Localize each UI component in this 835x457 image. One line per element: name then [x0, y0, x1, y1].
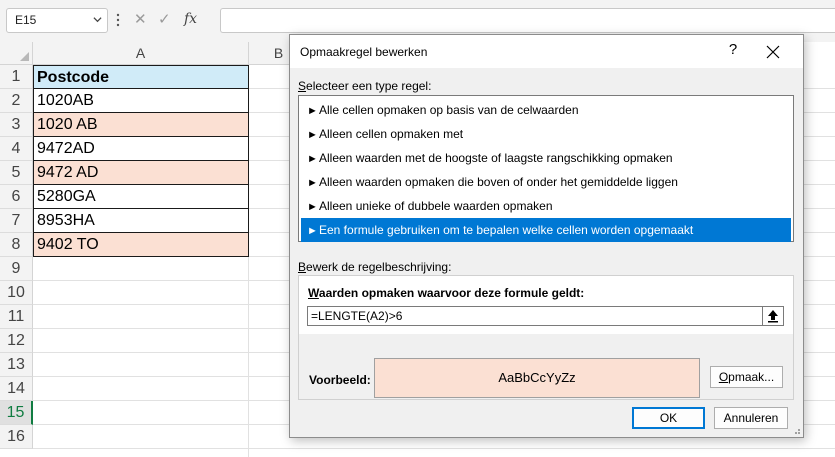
rule-type-item[interactable]: ►Alleen waarden opmaken die boven of ond… — [301, 170, 791, 194]
arrow-right-icon: ► — [307, 177, 318, 189]
cell-a8[interactable]: 9402 TO — [33, 233, 249, 257]
help-button[interactable]: ? — [723, 41, 743, 58]
ok-button[interactable]: OK — [632, 407, 705, 429]
edit-rule-description-label: Bewerk de regelbeschrijving: — [298, 260, 451, 274]
format-button[interactable]: Opmaak... — [710, 366, 783, 388]
name-box[interactable]: E15 — [6, 8, 108, 33]
formula-label: Waarden opmaken waarvoor deze formule ge… — [308, 286, 584, 300]
edit-formatting-rule-dialog: Opmaakregel bewerken ? Selecteer een typ… — [289, 34, 804, 438]
row-header-15[interactable]: 15 — [0, 401, 33, 425]
collapse-dialog-icon — [768, 310, 778, 323]
cell-a5[interactable]: 9472 AD — [33, 161, 249, 185]
formula-field[interactable]: =LENGTE(A2)>6 — [307, 306, 773, 326]
rule-type-label: Een formule gebruiken om te bepalen welk… — [319, 223, 694, 237]
range-collapse-button[interactable] — [762, 306, 784, 326]
row-header-11[interactable]: 11 — [0, 305, 33, 329]
rule-type-label: Alleen unieke of dubbele waarden opmaken — [319, 199, 553, 213]
select-rule-type-mnemonic: S — [298, 79, 307, 93]
rule-type-list[interactable]: ►Alle cellen opmaken op basis van de cel… — [298, 95, 794, 242]
name-box-value: E15 — [15, 13, 37, 27]
column-header-a[interactable]: A — [33, 42, 249, 65]
row-header-9[interactable]: 9 — [0, 257, 33, 281]
arrow-right-icon: ► — [307, 129, 318, 141]
rule-type-label: Alleen cellen opmaken met — [319, 127, 464, 141]
formula-label-mnemonic: W — [308, 286, 319, 300]
row-header-10[interactable]: 10 — [0, 281, 33, 305]
row-header-16[interactable]: 16 — [0, 425, 33, 449]
arrow-right-icon: ► — [307, 201, 318, 213]
cancel-button[interactable]: Annuleren — [714, 407, 788, 429]
select-rule-type-text: electeer een type regel: — [306, 79, 432, 93]
rule-type-item[interactable]: ►Alleen waarden met de hoogste of laagst… — [301, 146, 791, 170]
more-options-icon[interactable] — [115, 12, 121, 28]
select-all-corner[interactable] — [0, 42, 33, 65]
rule-description-panel: Waarden opmaken waarvoor deze formule ge… — [298, 275, 794, 400]
row-header-1[interactable]: 1 — [0, 65, 33, 89]
chevron-down-icon[interactable] — [93, 15, 102, 24]
row-header-12[interactable]: 12 — [0, 329, 33, 353]
confirm-entry-icon[interactable]: ✓ — [158, 10, 171, 28]
row-header-13[interactable]: 13 — [0, 353, 33, 377]
rule-type-item[interactable]: ►Alle cellen opmaken op basis van de cel… — [301, 98, 791, 122]
formula-input[interactable] — [220, 8, 835, 33]
formula-label-text: aarden opmaken waarvoor deze formule gel… — [318, 286, 585, 300]
insert-function-icon[interactable]: fx — [184, 11, 197, 27]
formula-section: Waarden opmaken waarvoor deze formule ge… — [299, 276, 793, 334]
cell-a2[interactable]: 1020AB — [33, 89, 249, 113]
row-header-6[interactable]: 6 — [0, 185, 33, 209]
rule-type-item[interactable]: ►Alleen cellen opmaken met — [301, 122, 791, 146]
edit-desc-mnemonic: B — [298, 260, 307, 274]
resize-grip-icon[interactable] — [791, 425, 801, 435]
arrow-right-icon: ► — [307, 225, 318, 237]
cancel-entry-icon[interactable]: ✕ — [134, 10, 147, 28]
rule-type-label: Alleen waarden met de hoogste of laagste… — [319, 151, 673, 165]
row-header-7[interactable]: 7 — [0, 209, 33, 233]
cell-a7[interactable]: 8953HA — [33, 209, 249, 233]
excel-window: E15 ✕ ✓ fx A B 1 2 3 4 5 6 7 8 9 10 11 1… — [0, 0, 835, 457]
row-header-14[interactable]: 14 — [0, 377, 33, 401]
row-header-5[interactable]: 5 — [0, 161, 33, 185]
cell-a4[interactable]: 9472AD — [33, 137, 249, 161]
arrow-right-icon: ► — [307, 153, 318, 165]
format-button-label: pmaak... — [728, 370, 775, 384]
cell-a3[interactable]: 1020 AB — [33, 113, 249, 137]
row-header-4[interactable]: 4 — [0, 137, 33, 161]
preview-label: Voorbeeld: — [309, 373, 371, 387]
row-header-2[interactable]: 2 — [0, 89, 33, 113]
edit-desc-text: ewerk de regelbeschrijving: — [306, 260, 452, 274]
select-rule-type-label: Selecteer een type regel: — [298, 79, 431, 93]
rule-type-item[interactable]: ►Alleen unieke of dubbele waarden opmake… — [301, 194, 791, 218]
row-header-3[interactable]: 3 — [0, 113, 33, 137]
arrow-right-icon: ► — [307, 105, 318, 117]
preview-box: AaBbCcYyZz — [374, 358, 700, 398]
rule-type-label: Alleen waarden opmaken die boven of onde… — [319, 175, 678, 189]
cell-a6[interactable]: 5280GA — [33, 185, 249, 209]
cell-a1[interactable]: Postcode — [33, 65, 249, 89]
formula-buttons: ✕ ✓ fx — [128, 8, 214, 33]
row-header-8[interactable]: 8 — [0, 233, 33, 257]
dialog-title-bar[interactable]: Opmaakregel bewerken ? — [290, 35, 803, 68]
close-icon[interactable] — [766, 45, 780, 59]
format-button-mnemonic: O — [718, 370, 729, 384]
rule-type-item-selected[interactable]: ►Een formule gebruiken om te bepalen wel… — [301, 218, 791, 242]
rule-type-label: Alle cellen opmaken op basis van de celw… — [319, 103, 579, 117]
dialog-title: Opmaakregel bewerken — [300, 45, 428, 59]
